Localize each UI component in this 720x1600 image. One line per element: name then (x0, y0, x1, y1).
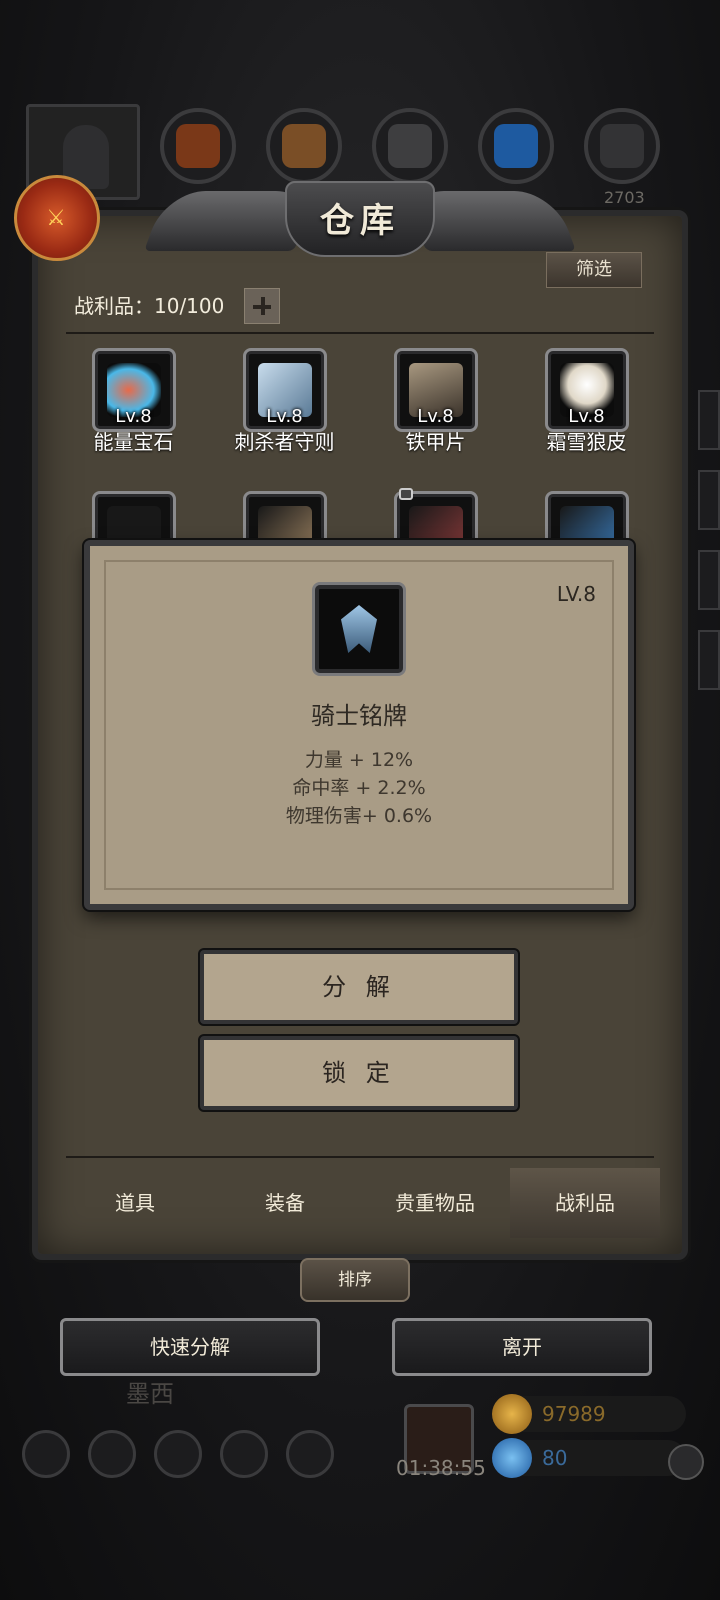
crystal-resource[interactable] (478, 108, 554, 184)
loot-capacity: 战利品：10/100 (74, 294, 225, 318)
tab-items[interactable]: 道具 (60, 1168, 210, 1238)
item-level: Lv.8 (568, 406, 605, 427)
item-icon-frame (312, 582, 406, 676)
quick-decompose-button[interactable]: 快速分解 (60, 1318, 320, 1376)
meat-resource[interactable] (160, 108, 236, 184)
tab-loot[interactable]: 战利品 (510, 1168, 660, 1238)
item-level: LV.8 (556, 582, 596, 606)
item-detail-popup: LV.8 骑士铭牌 力量 + 12% 命中率 + 2.2% 物理伤害+ 0.6% (84, 540, 634, 910)
iron-resource[interactable] (372, 108, 448, 184)
shield-icon[interactable] (88, 1430, 136, 1478)
add-currency-icon[interactable] (668, 1444, 704, 1480)
item-stats: 力量 + 12% 命中率 + 2.2% 物理伤害+ 0.6% (90, 746, 628, 830)
divider (66, 1156, 654, 1158)
event-badge-icon[interactable]: ⚔ (14, 175, 100, 261)
item-slot[interactable]: Lv.8 霜雪狼皮 (511, 348, 662, 455)
tab-equipment[interactable]: 装备 (210, 1168, 360, 1238)
lock-icon (398, 488, 413, 500)
side-tab[interactable] (698, 630, 720, 690)
divider (66, 332, 654, 334)
side-tab[interactable] (698, 550, 720, 610)
item-level: Lv.8 (266, 406, 303, 427)
building-icon[interactable] (154, 1430, 202, 1478)
gold-amount: 97989 (542, 1402, 606, 1426)
gem-amount: 80 (542, 1446, 568, 1470)
item-level: Lv.8 (115, 406, 152, 427)
decompose-button[interactable]: 分 解 (200, 950, 518, 1024)
mail-icon[interactable] (220, 1430, 268, 1478)
gem-icon (492, 1438, 532, 1478)
stone-resource[interactable] (584, 108, 660, 184)
lock-button[interactable]: 锁 定 (200, 1036, 518, 1110)
side-tab[interactable] (698, 390, 720, 450)
item-slot[interactable]: Lv.8 刺杀者守则 (209, 348, 360, 455)
item-slot[interactable]: Lv.8 能量宝石 (58, 348, 209, 455)
item-level: Lv.8 (417, 406, 454, 427)
side-tab[interactable] (698, 470, 720, 530)
stat-line: 命中率 + 2.2% (292, 777, 426, 799)
panel-title: 仓库 (320, 201, 400, 241)
expand-capacity-button[interactable] (244, 288, 280, 324)
category-tabs: 道具 装备 贵重物品 战利品 (60, 1168, 660, 1238)
bottom-hud: 01:38:55 97989 80 (0, 1394, 720, 1500)
tab-valuables[interactable]: 贵重物品 (360, 1168, 510, 1238)
gem-display: 80 (492, 1438, 686, 1478)
wood-resource[interactable] (266, 108, 342, 184)
gold-coin-icon (492, 1394, 532, 1434)
map-icon[interactable] (286, 1430, 334, 1478)
stat-line: 物理伤害+ 0.6% (285, 805, 433, 827)
gold-display: 97989 (492, 1394, 686, 1434)
item-name: 骑士铭牌 (311, 702, 407, 730)
knight-badge-icon (341, 605, 377, 653)
stat-line: 力量 + 12% (304, 749, 414, 771)
settings-icon[interactable] (22, 1430, 70, 1478)
panel-crest: 仓库 (38, 176, 682, 266)
gift-timer: 01:38:55 (396, 1456, 486, 1480)
leave-button[interactable]: 离开 (392, 1318, 652, 1376)
item-slot[interactable]: Lv.8 铁甲片 (360, 348, 511, 455)
sort-button[interactable]: 排序 (300, 1258, 410, 1302)
